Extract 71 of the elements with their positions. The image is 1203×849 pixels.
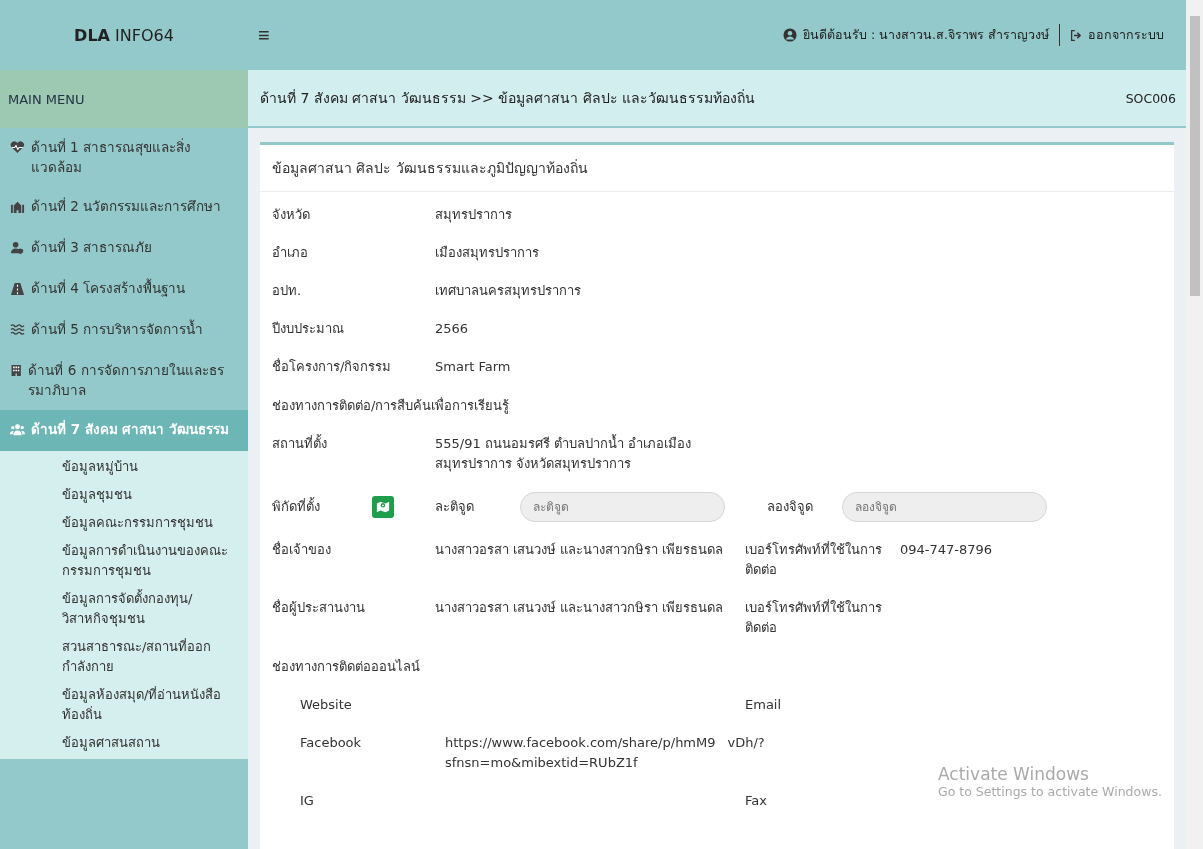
section-heading: ช่องทางการติดต่อออนไลน์: [272, 658, 421, 676]
users-icon: [10, 422, 25, 437]
field-value: นางสาวอรสา เสนวงษ์ และนางสาวกษิรา เพียรธนดล: [435, 541, 725, 559]
building-icon: [10, 363, 23, 378]
link-text[interactable]: vDh/?: [727, 733, 765, 753]
field-label: พิกัดที่ตั้ง: [272, 497, 321, 516]
water-icon: [10, 322, 25, 337]
field-label: อำเภอ: [272, 244, 309, 262]
submenu-item[interactable]: ข้อมูลหมู่บ้าน: [0, 453, 248, 481]
field-label: ปีงบประมาณ: [272, 320, 345, 338]
field-label: ชื่อเจ้าของ: [272, 540, 332, 559]
field-label: Facebook: [299, 734, 363, 752]
scrollbar[interactable]: [1186, 0, 1203, 849]
menu-heading: MAIN MENU: [0, 70, 248, 128]
map-pin-icon: [376, 500, 390, 514]
field-value: 094-747-8796: [900, 541, 993, 559]
field-value: 555/91 ถนนอมรศรี ตำบลปากน้ำ อำเภอเมืองสมุทรปราการ จังหวัดสมุทรปราการ: [435, 434, 693, 474]
page-code: SOC006: [1125, 90, 1176, 106]
submenu-item[interactable]: ข้อมูลการดำเนินงานของคณะกรรมการชุมชน: [0, 537, 248, 585]
field-value: เมืองสมุทรปราการ: [435, 244, 540, 263]
sidebar-item[interactable]: ด้านที่ 2 นวัตกรรมและการศึกษา: [0, 187, 248, 228]
menu-button[interactable]: ≡: [248, 23, 280, 47]
longitude-field[interactable]: ลองจิจูด: [842, 492, 1047, 522]
user-circle-icon: [782, 28, 797, 42]
activation-title: Activate Windows: [938, 764, 1090, 784]
submenu-item[interactable]: ข้อมูลคณะกรรมการชุมชน: [0, 509, 248, 537]
field-value: สมุทรปราการ: [435, 206, 513, 225]
road-icon: [10, 281, 25, 296]
field-value: เทศบาลนครสมุทรปราการ: [435, 282, 582, 301]
field-label: อปท.: [272, 282, 303, 300]
logout-link[interactable]: ออกจากระบบ: [1070, 25, 1164, 45]
field-label: IG: [299, 792, 315, 810]
field-value: 2566: [435, 320, 470, 338]
breadcrumb-text: ด้านที่ 7 สังคม ศาสนา วัฒนธรรม >> ข้อมูลศาสนา ศิลปะ และวัฒนธรรมท้องถิ่น: [260, 88, 755, 109]
field-label: ชื่อโครงการ/กิจกรรม: [272, 357, 393, 376]
activation-text: Go to Settings to activate Windows.: [938, 784, 1162, 799]
welcome-text: ยินดีต้อนรับ : นางสาวน.ส.จิราพร สำราญวงษ์: [802, 26, 1049, 44]
link-text[interactable]: sfnsn=mo&mibextid=RUbZ1f: [445, 753, 715, 773]
sidebar-item[interactable]: ด้านที่ 4 โครงสร้างพื้นฐาน: [0, 269, 248, 310]
heart-pulse-icon: [10, 140, 25, 155]
sidebar-item[interactable]: ด้านที่ 3 สาธารณภัย: [0, 228, 248, 269]
user-shield-icon: [10, 240, 25, 255]
scrollbar-thumb[interactable]: [1190, 16, 1200, 296]
field-label: เบอร์โทรศัพท์ที่ใช้ในการติดต่อ: [745, 540, 883, 579]
field-label: Website: [299, 696, 353, 714]
map-button[interactable]: [372, 496, 394, 518]
field-label: Email: [745, 696, 783, 714]
field-value: นางสาวอรสา เสนวงษ์ และนางสาวกษิรา เพียรธนดล: [435, 599, 725, 617]
field-label: เบอร์โทรศัพท์ที่ใช้ในการติดต่อ: [745, 598, 883, 637]
sidebar-item[interactable]: ด้านที่ 1 สาธารณสุขและสิ่งแวดล้อม: [0, 128, 248, 187]
link-text[interactable]: https://www.facebook.com/share/p/hmM9: [445, 733, 716, 753]
sign-out-icon: [1070, 28, 1083, 42]
submenu-item[interactable]: ข้อมูลชุมชน: [0, 481, 248, 509]
submenu-item[interactable]: ข้อมูลห้องสมุด/ที่อ่านหนังสือท้องถิ่น: [0, 681, 248, 729]
sidebar-item[interactable]: ด้านที่ 5 การบริหารจัดการน้ำ: [0, 310, 248, 351]
field-value: Smart Farm: [435, 358, 512, 376]
card-title: ข้อมูลศาสนา ศิลปะ วัฒนธรรมและภูมิปัญญาท้องถิ่น: [260, 145, 1174, 192]
brand-logo: DLA INFO64: [73, 25, 175, 45]
field-label: ชื่อผู้ประสานงาน: [272, 598, 366, 618]
latitude-field[interactable]: ละติจูด: [520, 492, 725, 522]
field-label: สถานที่ตั้ง: [272, 434, 328, 453]
sidebar-item[interactable]: ด้านที่ 6 การจัดการภายในและธรรมาภิบาล: [0, 351, 248, 410]
submenu-item[interactable]: ข้อมูลศาสนสถาน: [0, 729, 248, 757]
school-icon: [10, 199, 25, 214]
submenu-item[interactable]: ข้อมูลการจัดตั้งกองทุน/วิสาหกิจชุมชน: [0, 585, 248, 633]
field-label: จังหวัด: [272, 206, 311, 224]
submenu-item[interactable]: สวนสาธารณะ/สถานที่ออกกำลังกาย: [0, 633, 248, 681]
field-label: ลองจิจูด: [767, 498, 814, 517]
field-label: Fax: [745, 792, 768, 810]
field-label: ละติจูด: [435, 498, 475, 517]
section-heading: ช่องทางการติดต่อ/การสืบค้นเพื่อการเรียนรู้: [272, 396, 511, 416]
